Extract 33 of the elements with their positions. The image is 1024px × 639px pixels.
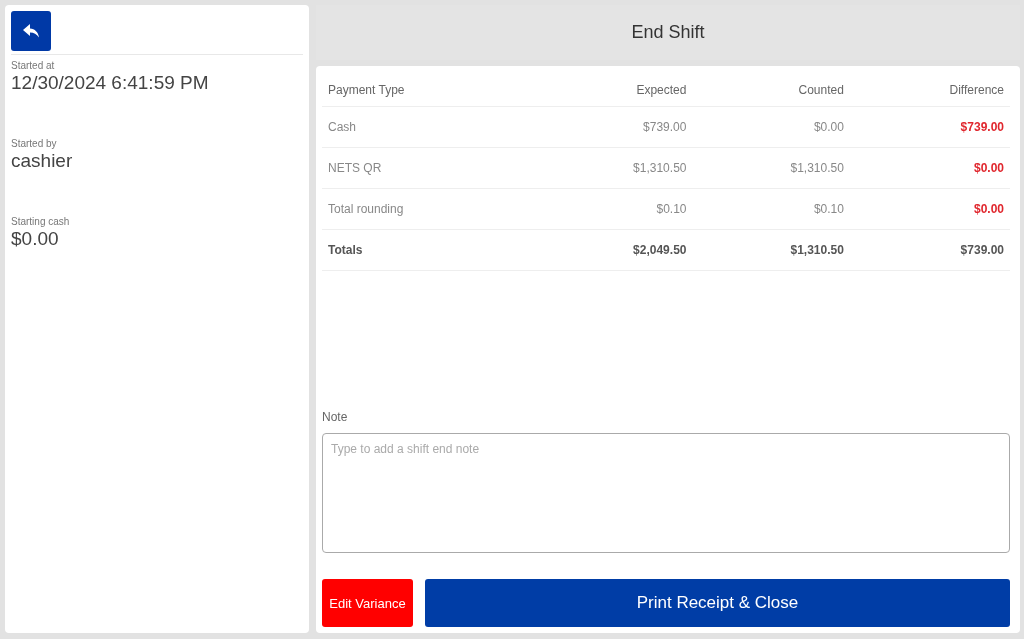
note-field[interactable]: Type to add a shift end note bbox=[322, 433, 1010, 553]
table-cell: $739.00 bbox=[535, 106, 693, 148]
table-cell: $0.10 bbox=[692, 188, 850, 230]
field-label: Started by bbox=[11, 138, 57, 149]
field-label: Starting cash bbox=[11, 216, 70, 227]
table-cell: $1,310.50 bbox=[692, 147, 850, 189]
page-title: End Shift bbox=[631, 22, 705, 43]
table-cell: Totals bbox=[322, 229, 536, 271]
table-cell: $0.00 bbox=[692, 106, 850, 148]
table-cell: Cash bbox=[322, 106, 536, 148]
table-cell: NETS QR bbox=[322, 147, 536, 189]
table-cell: $739.00 bbox=[849, 106, 1010, 148]
field-value: $0.00 bbox=[11, 228, 59, 250]
field-value: 12/30/2024 6:41:59 PM bbox=[11, 72, 209, 94]
column-header: Difference bbox=[849, 74, 1010, 107]
table-cell: $0.00 bbox=[849, 147, 1010, 189]
table-cell: $739.00 bbox=[849, 229, 1010, 271]
back-button[interactable] bbox=[11, 11, 51, 51]
table-cell: $1,310.50 bbox=[692, 229, 850, 271]
table-cell: $0.00 bbox=[849, 188, 1010, 230]
print-button[interactable]: Print Receipt & Close bbox=[425, 579, 1010, 627]
field-value: cashier bbox=[11, 150, 73, 172]
column-header: Counted bbox=[692, 74, 850, 107]
table-cell: $0.10 bbox=[535, 188, 693, 230]
table-cell: $1,310.50 bbox=[535, 147, 693, 189]
edit-variance-button[interactable]: Edit Variance bbox=[322, 579, 413, 627]
field-label: Started at bbox=[11, 60, 55, 71]
back-arrow-icon bbox=[23, 24, 39, 38]
table-cell: Total rounding bbox=[322, 188, 536, 230]
note-label: Note bbox=[322, 410, 348, 424]
column-header: Expected bbox=[535, 74, 693, 107]
table-cell: $2,049.50 bbox=[535, 229, 693, 271]
column-header: Payment Type bbox=[322, 74, 536, 107]
